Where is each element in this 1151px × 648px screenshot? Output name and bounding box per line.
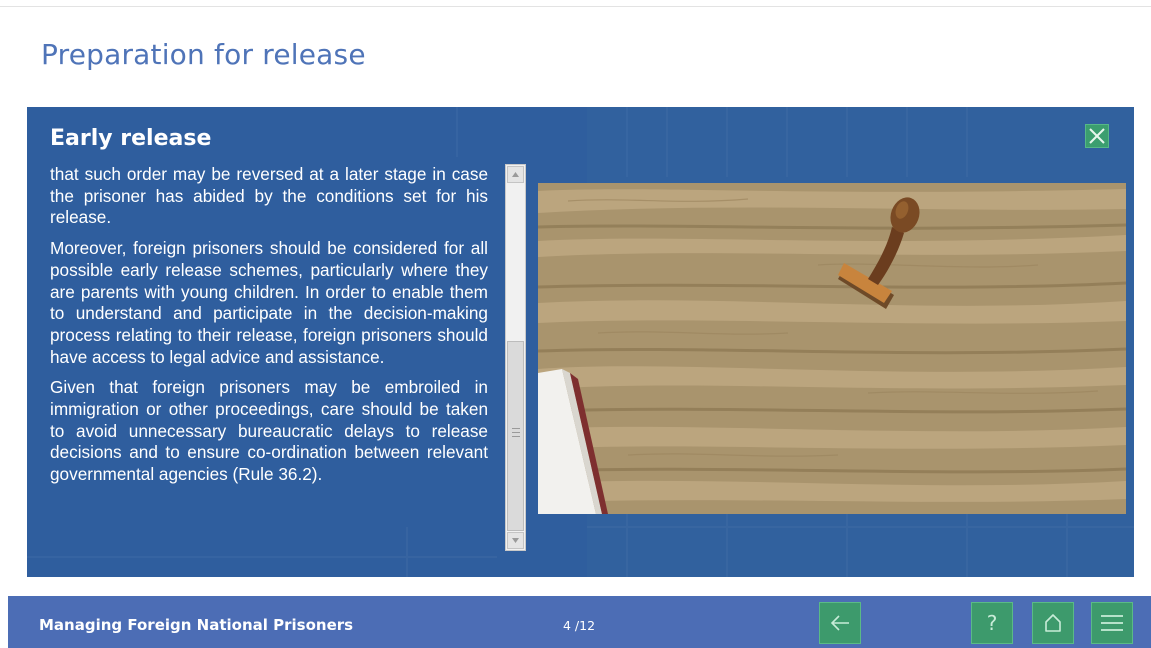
menu-button[interactable] — [1091, 602, 1133, 644]
help-icon: ? — [986, 611, 998, 635]
desk-stamp-illustration — [538, 183, 1126, 514]
paragraph-2: Moreover, foreign prisoners should be co… — [50, 238, 488, 367]
grip-line — [512, 436, 520, 437]
help-button[interactable]: ? — [971, 602, 1013, 644]
close-icon — [1089, 128, 1105, 144]
paragraph-3: Given that foreign prisoners may be embr… — [50, 377, 488, 485]
paragraph-1: that such order may be reversed at a lat… — [50, 164, 488, 228]
top-divider — [0, 6, 1151, 7]
page-title: Preparation for release — [41, 38, 366, 71]
arrow-left-icon — [830, 615, 849, 631]
home-button[interactable] — [1032, 602, 1074, 644]
home-icon — [1045, 614, 1061, 632]
content-panel: Early release that such order may be rev… — [27, 107, 1134, 577]
grip-line — [512, 432, 520, 433]
triangle-up-icon — [512, 172, 519, 177]
grip-line — [512, 428, 520, 429]
scrollable-text[interactable]: that such order may be reversed at a lat… — [50, 164, 488, 549]
triangle-down-icon — [512, 538, 519, 543]
footer-bar: Managing Foreign National Prisoners 4 /1… — [8, 596, 1151, 648]
page-counter: 4 /12 — [563, 618, 596, 633]
hamburger-menu-icon — [1101, 615, 1123, 631]
scroll-down-button[interactable] — [507, 532, 524, 549]
course-title: Managing Foreign National Prisoners — [39, 616, 354, 634]
vertical-scrollbar[interactable] — [505, 164, 526, 551]
panel-title: Early release — [50, 126, 212, 151]
back-button[interactable] — [819, 602, 861, 644]
scroll-thumb[interactable] — [507, 341, 524, 531]
scroll-up-button[interactable] — [507, 166, 524, 183]
close-button[interactable] — [1085, 124, 1109, 148]
